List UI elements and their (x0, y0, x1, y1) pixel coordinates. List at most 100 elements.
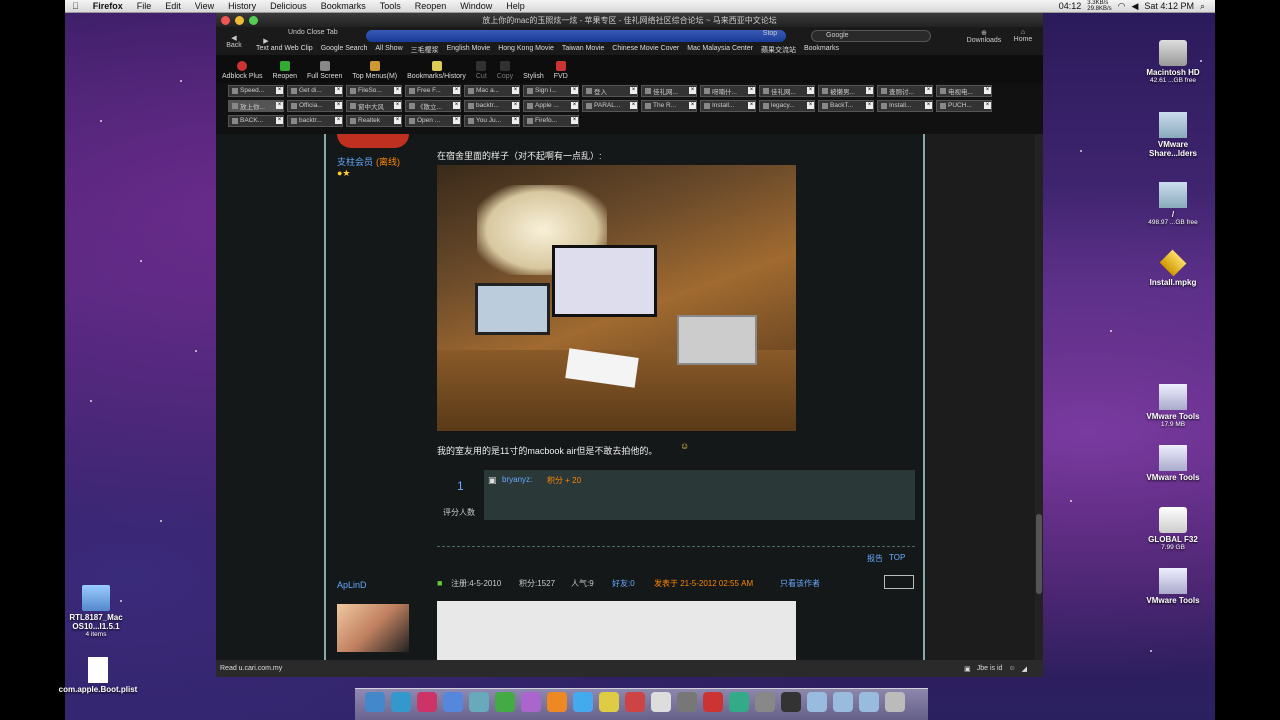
tab[interactable]: backtr... × (287, 114, 343, 127)
close-tab-icon[interactable]: × (335, 87, 342, 94)
tab[interactable]: You Ju... × (464, 114, 520, 127)
stylish-button[interactable]: Stylish (523, 73, 544, 80)
tab[interactable]: Apple ... × (523, 99, 579, 112)
top-link[interactable]: TOP (889, 553, 905, 562)
desktop-icon-vmware-tools-1[interactable]: VMware Tools 17.9 MB (1133, 384, 1213, 428)
bookmark-chinese-cover[interactable]: Chinese Movie Cover (612, 45, 679, 55)
downloads-button[interactable]: ⊕ Downloads (964, 29, 1004, 44)
desktop-icon-vmware-tools-2[interactable]: VMware Tools (1133, 445, 1213, 482)
tab[interactable]: PUCH... × (936, 99, 992, 112)
dock-app-icon[interactable] (547, 692, 567, 712)
full-screen-button[interactable]: Full Screen (307, 61, 342, 80)
back-button[interactable]: ◀ Back (220, 34, 248, 49)
menu-bookmarks[interactable]: Bookmarks (314, 1, 373, 11)
desktop-icon-root[interactable]: /498.97 ...GB free (1133, 182, 1213, 226)
tab[interactable]: Install... × (700, 99, 756, 112)
volume-icon[interactable]: ◀ (1132, 1, 1139, 12)
dock-app-icon[interactable] (885, 692, 905, 712)
desktop-icon-global-f32[interactable]: GLOBAL F32 7.99 GB (1133, 507, 1213, 551)
menu-view[interactable]: View (188, 1, 221, 11)
dock-app-icon[interactable] (417, 692, 437, 712)
tab[interactable]: 佳礼网... × (759, 84, 815, 97)
close-tab-icon[interactable]: × (571, 117, 578, 124)
close-tab-icon[interactable]: × (689, 87, 696, 94)
report-link[interactable]: 报告 (867, 553, 883, 564)
tab[interactable]: Officia... × (287, 99, 343, 112)
tab[interactable]: 被懒男... × (818, 84, 874, 97)
dock-app-icon[interactable] (651, 692, 671, 712)
search-input[interactable]: Google (811, 30, 931, 42)
dock-app-icon[interactable] (859, 692, 879, 712)
tab[interactable]: 佳礼网... × (641, 84, 697, 97)
close-tab-icon[interactable]: × (453, 87, 460, 94)
menu-delicious[interactable]: Delicious (263, 1, 314, 11)
forward-button[interactable]: ▶ (252, 37, 280, 45)
wifi-icon[interactable]: ◠ (1118, 1, 1126, 12)
dock-app-icon[interactable] (391, 692, 411, 712)
close-tab-icon[interactable]: × (394, 102, 401, 109)
tab[interactable]: legacy... × (759, 99, 815, 112)
tab[interactable]: 放上你... × (228, 99, 284, 112)
bookmark-sanmao[interactable]: 三毛樱浆 (411, 45, 439, 55)
dock-app-icon[interactable] (755, 692, 775, 712)
tab[interactable]: Mac a... × (464, 84, 520, 97)
close-tab-icon[interactable]: × (512, 102, 519, 109)
scrollbar-thumb[interactable] (1036, 514, 1042, 594)
desktop-icon-vmware-tools-3[interactable]: VMware Tools (1133, 568, 1213, 605)
dock-app-icon[interactable] (599, 692, 619, 712)
tab[interactable]: BACK... × (228, 114, 284, 127)
tab[interactable]: BackT... × (818, 99, 874, 112)
rater-name[interactable]: bryanyz: (502, 475, 532, 484)
adblock-plus-button[interactable]: Adblock Plus (222, 61, 262, 80)
desktop-icon-vmware-share[interactable]: VMware Share...lders (1133, 112, 1213, 158)
tab[interactable]: Sign i... × (523, 84, 579, 97)
dock-app-icon[interactable] (469, 692, 489, 712)
close-tab-icon[interactable]: × (866, 87, 873, 94)
dock-app-icon[interactable] (495, 692, 515, 712)
tab[interactable]: 登入 × (582, 84, 638, 97)
tab[interactable]: 《散立... × (405, 99, 461, 112)
dock-app-icon[interactable] (677, 692, 697, 712)
clock-widget[interactable]: 04:12 (1059, 1, 1082, 11)
menu-app-firefox[interactable]: Firefox (86, 1, 130, 11)
tab[interactable]: FileSo... × (346, 84, 402, 97)
status-resize-icon[interactable]: ◢ (1022, 665, 1027, 673)
dock-app-icon[interactable] (729, 692, 749, 712)
close-tab-icon[interactable]: × (689, 102, 696, 109)
close-tab-icon[interactable]: × (453, 102, 460, 109)
desktop-icon-boot-plist[interactable]: com.apple.Boot.plist (58, 657, 138, 694)
tab[interactable]: backtr... × (464, 99, 520, 112)
desktop-icon-install-mpkg[interactable]: Install.mpkg (1133, 249, 1213, 287)
close-tab-icon[interactable]: × (276, 117, 283, 124)
close-tab-icon[interactable]: × (630, 102, 637, 109)
tab[interactable]: Install... × (877, 99, 933, 112)
desktop-icon-macintosh-hd[interactable]: Macintosh HD 42.61 ...GB free (1133, 40, 1213, 84)
menu-help[interactable]: Help (499, 1, 532, 11)
top-menus-button[interactable]: Top Menus(M) (352, 61, 397, 80)
close-tab-icon[interactable]: × (748, 102, 755, 109)
close-tab-icon[interactable]: × (571, 87, 578, 94)
dock-app-icon[interactable] (521, 692, 541, 712)
fvd-button[interactable]: FVD (554, 61, 568, 80)
dock-app-icon[interactable] (781, 692, 801, 712)
stop-button[interactable]: Stop (756, 30, 784, 37)
bookmarks-menu[interactable]: Bookmarks (804, 45, 839, 55)
tab[interactable]: 查厕讨... × (877, 84, 933, 97)
avatar[interactable] (337, 604, 409, 652)
desk-photo[interactable] (437, 165, 796, 431)
bookmark-mac-malaysia[interactable]: Mac Malaysia Center (687, 45, 753, 55)
close-tab-icon[interactable]: × (394, 87, 401, 94)
undo-close-tab-button[interactable]: Undo Close Tab (288, 29, 338, 36)
bookmark-text-web-clip[interactable]: Text and Web Clip (256, 45, 313, 55)
dock-app-icon[interactable] (573, 692, 593, 712)
dock-app-icon[interactable] (833, 692, 853, 712)
dock-app-icon[interactable] (703, 692, 723, 712)
menu-reopen[interactable]: Reopen (408, 1, 454, 11)
close-tab-icon[interactable]: × (630, 87, 637, 94)
tab[interactable]: 呀喃什... × (700, 84, 756, 97)
menu-history[interactable]: History (221, 1, 263, 11)
tab[interactable]: Speed... × (228, 84, 284, 97)
url-bar[interactable] (366, 30, 786, 42)
close-tab-icon[interactable]: × (866, 102, 873, 109)
tab[interactable]: The R... × (641, 99, 697, 112)
